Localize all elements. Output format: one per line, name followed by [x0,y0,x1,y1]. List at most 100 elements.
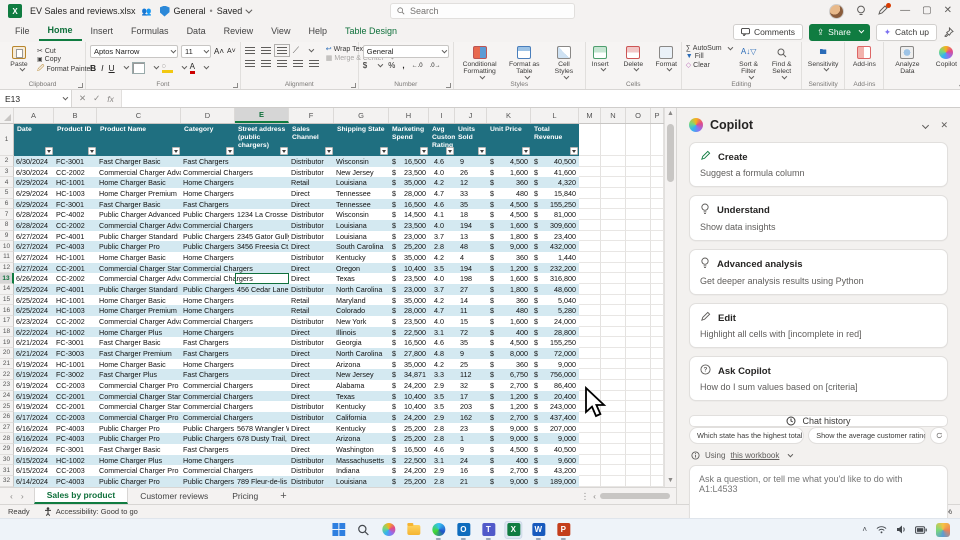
empty-cell[interactable] [601,369,626,380]
column-header-P[interactable]: P [651,108,664,123]
cell[interactable]: 2345 Gator Gully, B [235,231,289,242]
cell[interactable]: Indiana [334,465,389,476]
cell[interactable]: $1,200 [487,391,531,402]
empty-cell[interactable] [651,220,664,231]
cell[interactable] [235,455,289,466]
cell[interactable]: $2,700 [487,412,531,423]
cell[interactable]: 4.6 [429,444,455,455]
row-header-1[interactable]: 1 [0,124,14,156]
cell[interactable]: HC-1003 [54,188,97,199]
cell[interactable]: 6/27/2024 [14,252,54,263]
empty-cell[interactable] [579,263,601,274]
empty-cell[interactable] [626,476,651,487]
cell[interactable]: 6/26/2024 [14,273,54,284]
decrease-decimal-icon[interactable]: .0→ [430,63,441,69]
empty-cell[interactable] [651,412,664,423]
dialog-launcher-icon[interactable] [233,83,238,88]
row-header-25[interactable]: 25 [0,401,14,412]
cell[interactable]: 162 [455,412,487,423]
ribbon-tab-review[interactable]: Review [215,24,263,40]
word-icon[interactable]: W [529,521,547,539]
cell[interactable]: Commercial Chargers [181,263,235,274]
cell[interactable]: Public Charger Pro [97,423,181,434]
cell[interactable]: Distributor [289,412,334,423]
empty-cell[interactable] [579,252,601,263]
row-header-21[interactable]: 21 [0,359,14,370]
empty-cell[interactable] [601,455,626,466]
windows-start-icon[interactable] [329,521,347,539]
empty-cell[interactable] [601,316,626,327]
cell[interactable]: Distributor [289,220,334,231]
cell[interactable]: $189,000 [531,476,579,487]
cell[interactable]: 4.6 [429,199,455,210]
filter-icon[interactable] [226,147,234,155]
cell[interactable]: $28,800 [531,327,579,338]
increase-decimal-icon[interactable]: ←.0 [412,63,423,69]
cell[interactable]: Fast Charger Basic [97,199,181,210]
cell[interactable]: Fast Chargers [181,348,235,359]
column-header-F[interactable]: F [289,108,334,123]
copilot-card-ask-copilot[interactable]: ?Ask CopilotHow do I sum values based on… [689,356,948,401]
cell[interactable]: Home Chargers [181,252,235,263]
ribbon-tab-file[interactable]: File [6,24,39,40]
accessibility-status[interactable]: Accessibility: Good to go [44,507,138,516]
cell[interactable]: PC-4001 [54,284,97,295]
row-header-18[interactable]: 18 [0,327,14,338]
cell[interactable]: 4 [455,252,487,263]
empty-cell[interactable] [651,241,664,252]
cell[interactable]: Tennessee [334,199,389,210]
cell[interactable] [235,295,289,306]
cell[interactable]: 6/16/2024 [14,444,54,455]
cell[interactable]: $480 [487,305,531,316]
empty-cell[interactable] [651,263,664,274]
cell[interactable]: North Carolina [334,284,389,295]
empty-cell[interactable] [651,209,664,220]
hscrollbar-thumb[interactable] [600,493,670,499]
cell[interactable]: 14 [455,295,487,306]
empty-cell[interactable] [601,348,626,359]
cell[interactable]: Commercial Chargers [181,412,235,423]
row-header-12[interactable]: 12 [0,263,14,274]
row-header-19[interactable]: 19 [0,337,14,348]
sheet-tab-pricing[interactable]: Pricing [220,488,270,504]
cell[interactable]: 2.9 [429,465,455,476]
column-header-I[interactable]: I [429,108,455,123]
empty-cell[interactable] [626,380,651,391]
align-right-icon[interactable] [277,60,287,67]
cell[interactable]: 6/15/2024 [14,465,54,476]
cell[interactable]: $24,200 [389,380,429,391]
cell[interactable]: $9,000 [487,433,531,444]
cell[interactable]: Massachusetts [334,455,389,466]
cell[interactable]: 198 [455,273,487,284]
cell[interactable]: CC-2002 [54,273,97,284]
empty-cell[interactable] [651,305,664,316]
cell[interactable]: North Carolina [334,348,389,359]
empty-cell[interactable] [579,273,601,284]
cell[interactable]: 21 [455,476,487,487]
cell[interactable]: $72,000 [531,348,579,359]
format-cells-button[interactable]: Format [651,45,681,73]
cell[interactable]: Fast Charger Basic [97,337,181,348]
cell[interactable]: 6/25/2024 [14,305,54,316]
cell[interactable]: $15,840 [531,188,579,199]
cell[interactable]: Direct [289,369,334,380]
cell[interactable]: 17 [455,391,487,402]
empty-cell[interactable] [601,199,626,210]
cell[interactable]: 4.2 [429,359,455,370]
share-button[interactable]: ⇪ Share [809,24,870,41]
cancel-icon[interactable]: ✕ [79,93,86,104]
empty-cell[interactable] [579,220,601,231]
context-selector[interactable]: Using this workbook [689,451,948,460]
cell[interactable]: $1,600 [487,316,531,327]
cell[interactable]: 6/16/2024 [14,423,54,434]
cut-button[interactable]: ✂Cut [37,47,93,55]
cell[interactable]: Distributor [289,231,334,242]
empty-cell[interactable] [579,369,601,380]
sensitivity-status[interactable]: General • Saved [174,6,251,16]
cell[interactable]: Fast Charger Plus [97,369,181,380]
empty-cell[interactable] [651,316,664,327]
excel-icon[interactable]: X [504,521,522,539]
cell[interactable]: $1,600 [487,273,531,284]
cell[interactable]: $25,200 [389,433,429,444]
cell[interactable]: Direct [289,327,334,338]
